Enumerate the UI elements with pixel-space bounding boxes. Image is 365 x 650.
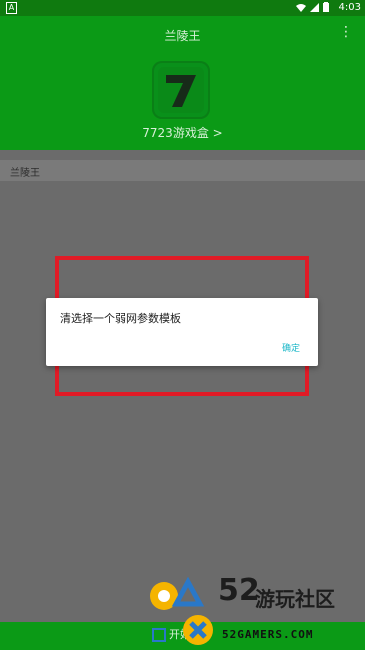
app-icon[interactable]: [152, 61, 210, 119]
more-vert-icon[interactable]: ⋮: [339, 25, 353, 39]
seven-logo-icon: [158, 67, 204, 113]
signal-icon: [310, 2, 319, 12]
system-icons: [296, 2, 329, 12]
dialog: 清选择一个弱网参数模板 确定: [46, 298, 318, 366]
app-header: 兰陵王 ⋮ 7723游戏盒 >: [0, 16, 365, 150]
watermark-number: 52: [218, 573, 260, 608]
list-item[interactable]: 兰陵王: [0, 160, 365, 181]
watermark-cn-text: 游玩社区: [255, 587, 335, 611]
watermark-logo: 52 游玩社区 52GAMERS.COM: [148, 576, 365, 650]
wifi-icon: [296, 3, 306, 12]
clock: 4:03: [338, 2, 361, 13]
watermark-en-text: 52GAMERS.COM: [222, 628, 314, 641]
dialog-message: 清选择一个弱网参数模板: [60, 312, 181, 325]
ok-button[interactable]: 确定: [282, 341, 300, 354]
game-box-link[interactable]: 7723游戏盒 >: [0, 124, 365, 141]
list-item-label: 兰陵王: [10, 168, 40, 179]
page-title: 兰陵王: [164, 29, 201, 43]
status-bar: A 4:03: [0, 0, 365, 16]
watermark-shapes-icon: [150, 576, 213, 645]
notification-a-icon: A: [6, 2, 17, 14]
battery-icon: [323, 2, 329, 12]
